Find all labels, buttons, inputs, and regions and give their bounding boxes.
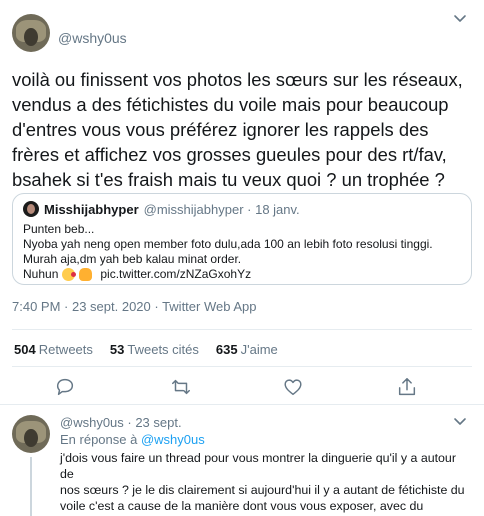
reply-tweet[interactable]: @wshy0us · 23 sept. En réponse à @wshy0u…	[0, 407, 484, 516]
thread-line	[30, 457, 32, 516]
divider	[12, 366, 472, 367]
quoted-tweet-header: Misshijabhyper @misshijabhyper · 18 janv…	[23, 201, 461, 217]
retweet-icon[interactable]	[170, 376, 192, 398]
reply-text: j'dois vous faire un thread pour vous mo…	[60, 451, 465, 516]
retweets-label: Retweets	[38, 342, 93, 357]
tweet-timestamp[interactable]: 7:40 PM · 23 sept. 2020 · Twitter Web Ap…	[12, 299, 257, 314]
likes-stat[interactable]: 635 J'aime	[216, 342, 278, 357]
tweet-stats: 504 Retweets 53 Tweets cités 635 J'aime	[14, 342, 295, 357]
author-handle[interactable]: @wshy0us	[58, 30, 127, 46]
retweets-count: 504	[14, 342, 36, 357]
quoted-author-name: Misshijabhyper	[44, 201, 139, 217]
share-icon[interactable]	[396, 376, 418, 398]
quoted-pic-link[interactable]: pic.twitter.com/zNZaGxohYz	[100, 267, 251, 282]
replying-to-link[interactable]: @wshy0us	[141, 432, 205, 447]
divider	[0, 404, 484, 405]
retweets-stat[interactable]: 504 Retweets	[14, 342, 93, 357]
quoted-tweet-last-line: Nuhun pic.twitter.com/zNZaGxohYz	[23, 267, 461, 282]
quotes-label: Tweets cités	[127, 342, 199, 357]
quotes-count: 53	[109, 342, 125, 357]
reply-icon[interactable]	[54, 376, 76, 398]
replying-to-label: En réponse à	[60, 432, 138, 447]
like-icon[interactable]	[282, 376, 304, 398]
kiss-emoji-icon	[62, 268, 77, 281]
quoted-tweet-nuhun: Nuhun	[23, 267, 59, 281]
quotes-stat[interactable]: 53 Tweets cités	[110, 342, 199, 357]
quoted-author-meta: @misshijabhyper · 18 janv.	[143, 201, 300, 217]
chevron-down-icon[interactable]	[452, 413, 468, 429]
likes-count: 635	[215, 342, 238, 357]
quoted-tweet[interactable]: Misshijabhyper @misshijabhyper · 18 janv…	[12, 193, 472, 285]
quoted-tweet-text: Punten beb... Nyoba yah neng open member…	[23, 222, 433, 266]
avatar[interactable]	[12, 14, 50, 52]
avatar[interactable]	[12, 415, 50, 453]
divider	[12, 329, 472, 330]
tweet-actions	[0, 376, 484, 400]
praying-hands-emoji-icon	[79, 268, 93, 281]
tweet-text: voilà ou finissent vos photos les sœurs …	[12, 69, 463, 190]
reply-author-meta[interactable]: @wshy0us · 23 sept.	[60, 415, 182, 430]
quoted-avatar	[23, 201, 39, 217]
chevron-down-icon[interactable]	[452, 10, 468, 26]
replying-to: En réponse à @wshy0us	[60, 432, 205, 447]
likes-label: J'aime	[240, 342, 278, 357]
